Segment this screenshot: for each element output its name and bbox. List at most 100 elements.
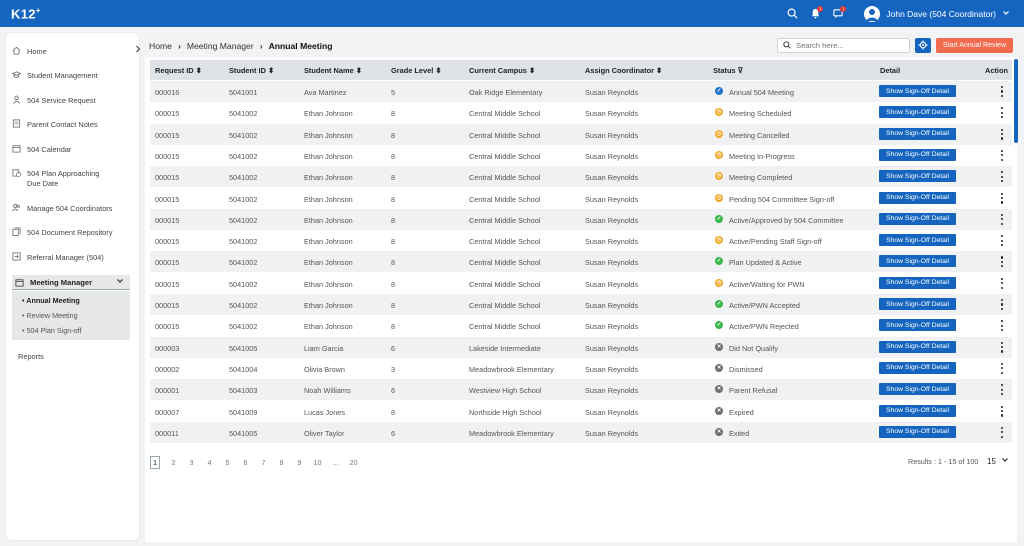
table-cell: 000015	[155, 151, 180, 161]
table-cell: 5041005	[229, 428, 258, 438]
sidebar-item-home[interactable]: Home	[12, 46, 47, 57]
more-vertical-icon[interactable]	[1000, 213, 1004, 225]
scrollbar[interactable]	[1014, 59, 1018, 143]
sidebar-item-meeting-manager[interactable]: Meeting Manager	[12, 275, 130, 290]
page-3[interactable]: 3	[187, 458, 196, 467]
table-cell: 000015	[155, 279, 180, 289]
more-vertical-icon[interactable]	[1000, 320, 1004, 332]
sidebar-item-reports[interactable]: Reports	[18, 352, 44, 361]
sort-icon: ⬍	[268, 66, 275, 75]
sidebar-item-referral-manager[interactable]: Referral Manager (504)	[12, 252, 104, 263]
page-8[interactable]: 8	[277, 458, 286, 467]
show-sign-off-detail-button[interactable]: Show Sign-Off Detail	[879, 85, 956, 97]
more-vertical-icon[interactable]	[1000, 256, 1004, 268]
page-1[interactable]: 1	[150, 456, 160, 469]
table-cell: 000015	[155, 301, 180, 310]
page-9[interactable]: 9	[295, 458, 304, 467]
more-vertical-icon[interactable]	[1000, 171, 1004, 183]
collapse-sidebar-icon[interactable]	[135, 45, 141, 55]
show-sign-off-detail-button[interactable]: Show Sign-Off Detail	[879, 255, 956, 268]
table-cell: 5041009	[229, 407, 258, 417]
page-7[interactable]: 7	[259, 458, 268, 467]
breadcrumb-home[interactable]: Home	[149, 41, 172, 51]
col-grade-level[interactable]: Grade Level ⬍	[391, 66, 442, 75]
sidebar-item-504-service-request[interactable]: 504 Service Request	[12, 95, 96, 106]
more-vertical-icon[interactable]	[1000, 405, 1004, 417]
show-sign-off-detail-button[interactable]: Show Sign-Off Detail	[879, 361, 956, 374]
col-assign-coordinator[interactable]: Assign Coordinator ⬍	[585, 66, 662, 75]
show-sign-off-detail-button[interactable]: Show Sign-Off Detail	[879, 425, 956, 438]
show-sign-off-detail-button[interactable]: Show Sign-Off Detail	[879, 383, 956, 396]
sidebar-subitem-504-plan-sign-off[interactable]: • 504 Plan Sign-off	[22, 326, 82, 335]
message-badge: 1	[840, 5, 847, 12]
more-vertical-icon[interactable]	[1000, 149, 1004, 161]
more-vertical-icon[interactable]	[1000, 277, 1004, 289]
avatar[interactable]	[864, 5, 881, 22]
show-sign-off-detail-button[interactable]: Show Sign-Off Detail	[879, 212, 956, 225]
sidebar-item-504-plan-due-date[interactable]: 504 Plan Approaching Due Date	[12, 169, 112, 188]
per-page-select[interactable]: 15	[987, 456, 1009, 466]
sidebar-item-document-repository[interactable]: 504 Document Repository	[12, 227, 112, 238]
col-request-id[interactable]: Request ID ⬍	[155, 66, 202, 75]
sidebar-item-504-calendar[interactable]: 504 Calendar	[12, 145, 71, 155]
more-vertical-icon[interactable]	[1000, 192, 1004, 204]
referral-icon	[12, 252, 21, 261]
table-cell: 8	[391, 109, 396, 119]
search-box[interactable]	[777, 38, 910, 53]
more-vertical-icon[interactable]	[1000, 107, 1004, 119]
page-2[interactable]: 2	[169, 458, 178, 467]
show-sign-off-detail-button[interactable]: Show Sign-Off Detail	[879, 298, 956, 310]
show-sign-off-detail-button[interactable]: Show Sign-Off Detail	[879, 127, 956, 140]
breadcrumb-meeting-manager[interactable]: Meeting Manager	[187, 41, 254, 51]
more-vertical-icon[interactable]	[1000, 384, 1004, 396]
more-vertical-icon[interactable]	[1000, 362, 1004, 374]
show-sign-off-detail-button[interactable]: Show Sign-Off Detail	[879, 276, 956, 289]
sidebar-item-student-management[interactable]: Student Management	[11, 71, 98, 81]
start-annual-review-button[interactable]: Start Annual Review	[936, 38, 1013, 53]
page-6[interactable]: 6	[241, 458, 250, 467]
status-label: Dismissed	[729, 364, 763, 374]
show-sign-off-detail-button[interactable]: Show Sign-Off Detail	[879, 319, 956, 332]
col-student-name[interactable]: Student Name ⬍	[304, 66, 362, 75]
show-sign-off-detail-button[interactable]: Show Sign-Off Detail	[879, 234, 956, 247]
more-vertical-icon[interactable]	[1000, 86, 1004, 97]
show-sign-off-detail-button[interactable]: Show Sign-Off Detail	[879, 340, 956, 353]
more-vertical-icon[interactable]	[1000, 299, 1004, 310]
show-sign-off-detail-button[interactable]: Show Sign-Off Detail	[879, 404, 956, 417]
app-logo[interactable]: K12+	[11, 6, 41, 21]
check-circle-icon: ✓	[715, 257, 723, 266]
page-4[interactable]: 4	[205, 458, 214, 467]
show-sign-off-detail-button[interactable]: Show Sign-Off Detail	[879, 191, 956, 204]
home-icon	[12, 46, 21, 55]
search-input[interactable]	[796, 41, 906, 50]
more-vertical-icon[interactable]	[1000, 128, 1004, 140]
status-label: Annual 504 Meeting	[729, 88, 794, 97]
chevron-down-icon[interactable]	[1002, 9, 1010, 19]
sidebar-item-parent-contact-notes[interactable]: Parent Contact Notes	[12, 119, 98, 130]
user-name[interactable]: John Dave (504 Coordinator)	[886, 9, 996, 19]
sidebar-item-manage-coordinators[interactable]: Manage 504 Coordinators	[12, 203, 112, 214]
table-cell: 000015	[155, 109, 180, 119]
sidebar-subitem-annual-meeting[interactable]: • Annual Meeting	[22, 296, 80, 305]
sidebar-subitem-review-meeting[interactable]: • Review Meeting	[22, 311, 78, 320]
show-sign-off-detail-button[interactable]: Show Sign-Off Detail	[879, 170, 956, 183]
message-icon[interactable]: 1	[830, 5, 847, 22]
more-vertical-icon[interactable]	[1000, 341, 1004, 353]
more-vertical-icon[interactable]	[1000, 426, 1004, 438]
page-10[interactable]: 10	[313, 458, 322, 467]
status-label: Plan Updated & Active	[729, 258, 802, 268]
bell-icon[interactable]: 1	[807, 5, 824, 22]
col-current-campus[interactable]: Current Campus ⬍	[469, 66, 535, 75]
clock-icon: ◷	[715, 278, 723, 287]
show-sign-off-detail-button[interactable]: Show Sign-Off Detail	[879, 148, 956, 161]
show-sign-off-detail-button[interactable]: Show Sign-Off Detail	[879, 106, 956, 119]
settings-button[interactable]	[915, 38, 931, 53]
col-student-id[interactable]: Student ID ⬍	[229, 66, 274, 75]
col-status[interactable]: Status ⊽	[713, 66, 743, 75]
search-icon[interactable]	[784, 6, 800, 22]
more-vertical-icon[interactable]	[1000, 235, 1004, 247]
chevron-down-icon[interactable]	[116, 277, 124, 287]
table-cell: 000002	[155, 364, 180, 374]
page-5[interactable]: 5	[223, 458, 232, 467]
page-20[interactable]: 20	[349, 458, 358, 467]
